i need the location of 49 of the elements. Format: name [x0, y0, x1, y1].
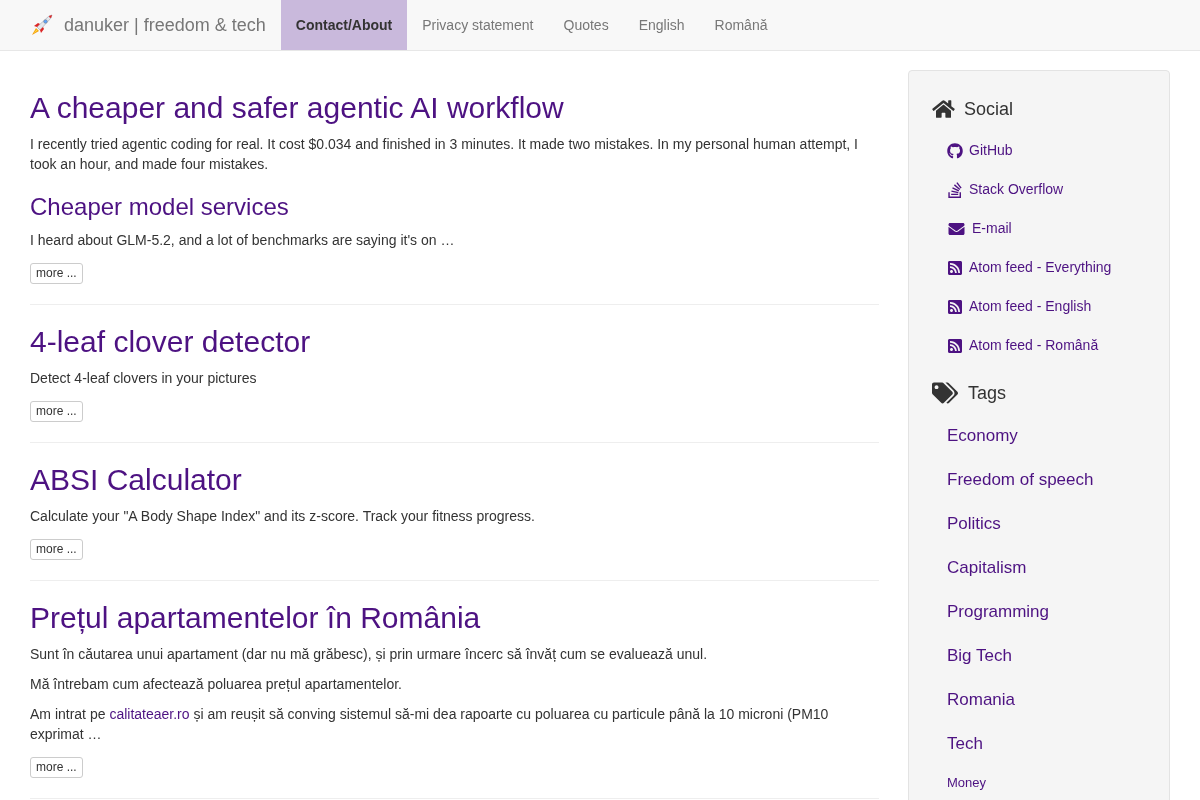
- tag-link[interactable]: Romania: [947, 687, 1016, 713]
- post-excerpt: I heard about GLM-5.2, and a lot of benchmarks are saying it's on …: [30, 231, 456, 250]
- more-button[interactable]: more ...: [30, 757, 83, 778]
- feed-icon: [947, 337, 963, 354]
- nav-link[interactable]: Privacy statement: [407, 0, 549, 50]
- post-title[interactable]: Prețul apartamentelor în România: [30, 601, 879, 634]
- more-button[interactable]: more ...: [30, 539, 83, 560]
- social-link[interactable]: Atom feed - English: [947, 296, 1092, 317]
- social-link[interactable]: Atom feed - Everything: [947, 257, 1112, 278]
- feed-icon: [947, 259, 963, 276]
- tag-link[interactable]: Freedom of speech: [947, 467, 1094, 493]
- post-title[interactable]: 4-leaf clover detector: [30, 325, 879, 358]
- stack-icon: [947, 180, 963, 199]
- tags-icon: [932, 382, 958, 404]
- home-icon: [932, 99, 955, 119]
- brand-link[interactable]: danuker | freedom & tech: [30, 0, 281, 50]
- post-excerpt: Sunt în căutarea unui apartament (dar nu mă grăbesc), și prin urmare încerc să învăț cum se evaluează unul.: [30, 645, 709, 664]
- post-excerpt: Detect 4-leaf clovers in your pictures: [30, 369, 258, 388]
- post-title[interactable]: A cheaper and safer agentic AI workflow: [30, 91, 879, 124]
- social-link[interactable]: Atom feed - Română: [947, 335, 1099, 356]
- social-link[interactable]: GitHub: [947, 140, 1013, 161]
- more-button[interactable]: more ...: [30, 401, 83, 422]
- feed-icon: [947, 298, 963, 315]
- rocket-icon: [30, 13, 55, 37]
- post-excerpt: Mă întrebam cum afectează poluarea prețul apartamentelor.: [30, 675, 403, 694]
- social-link[interactable]: E-mail: [947, 218, 1012, 239]
- envelope-icon: [947, 220, 966, 237]
- nav-link[interactable]: Română: [699, 0, 783, 50]
- section-heading: Cheaper model services: [30, 194, 290, 220]
- more-button[interactable]: more ...: [30, 263, 83, 284]
- post-excerpt: I recently tried agentic coding for real. It cost $0.034 and finished in 3 minutes. It made two mistakes. In my personal human attempt, I took an hour, and made four mistakes.: [30, 135, 859, 174]
- tag-link[interactable]: Capitalism: [947, 555, 1027, 581]
- post-title[interactable]: ABSI Calculator: [30, 463, 879, 496]
- nav-link[interactable]: Quotes: [548, 0, 624, 50]
- tag-link[interactable]: Tech: [947, 731, 983, 757]
- sidebar-heading: Tags: [968, 382, 1007, 404]
- post-excerpt: Calculate your "A Body Shape Index" and its z-score. Track your fitness progress.: [30, 507, 536, 526]
- social-link[interactable]: Stack Overflow: [947, 179, 1064, 200]
- tag-link[interactable]: Economy: [947, 423, 1018, 449]
- tag-link[interactable]: Money: [947, 773, 987, 793]
- link[interactable]: calitateaer.ro: [109, 706, 190, 722]
- tag-link[interactable]: Big Tech: [947, 643, 1012, 669]
- nav-link[interactable]: Contact/About: [280, 0, 408, 50]
- sidebar-heading: Social: [964, 98, 1014, 120]
- tag-link[interactable]: Programming: [947, 599, 1050, 625]
- post-excerpt: Am intrat pe calitateaer.ro și am reușit să conving sistemul să-mi dea rapoarte cu poluarea cu particule până la 10 microni (PM10 exprimat …: [30, 705, 830, 744]
- github-icon: [947, 142, 963, 159]
- nav-link[interactable]: English: [623, 0, 700, 50]
- tag-link[interactable]: Politics: [947, 511, 1001, 537]
